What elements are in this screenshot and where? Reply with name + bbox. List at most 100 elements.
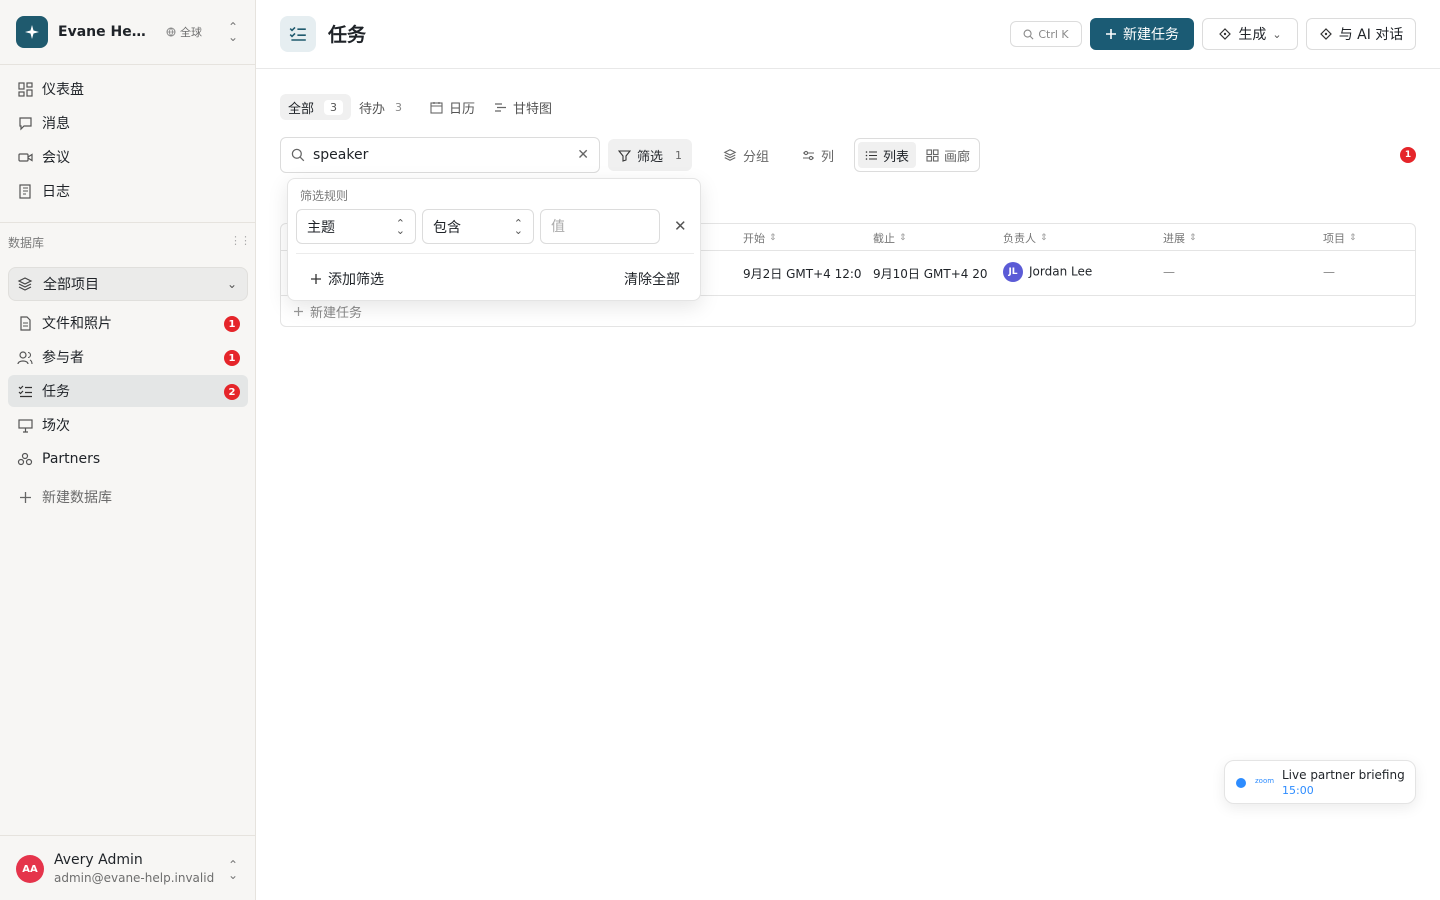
column-header-label: 项目 [1323,232,1345,245]
workspace-switcher[interactable]: Evane Help Center 全球 ⌃⌄ [8,8,248,56]
page-header: 任务 Ctrl K 新建任务 生成 ⌄ 与 AI 对话 [256,0,1440,69]
filter-label: 筛选 [637,149,664,165]
workspace-scope-label: 全球 [180,26,202,39]
sidebar-item-files-label: 文件和照片 [42,316,112,332]
gallery-view-button[interactable]: 画廊 [919,142,977,168]
avatar: AA [16,855,44,883]
video-icon [16,148,34,166]
notification-badge[interactable]: 1 [1400,147,1416,163]
filter-popover-title: 筛选规则 [300,189,349,203]
globe-icon [166,27,176,37]
avatar: JL [1003,262,1023,282]
filter-operator-value: 包含 [433,219,461,236]
chevron-updown-icon: ⌃ ⌄ [395,217,405,237]
new-task-button[interactable]: 新建任务 [1090,18,1194,50]
ai-chat-label: 与 AI 对话 [1338,27,1404,43]
sidebar-item-tasks[interactable]: 任务 2 [8,375,248,407]
new-task-row-button[interactable]: 新建任务 [293,302,362,321]
view-switcher: 列表 画廊 [854,138,980,172]
group-button[interactable]: 分组 [713,139,779,171]
remove-filter-icon[interactable]: ✕ [674,217,687,235]
filter-icon [618,149,631,162]
users-icon [16,348,34,366]
clear-all-filters-button[interactable]: 清除全部 [624,269,680,289]
checklist-icon [16,382,34,400]
nav-logs[interactable]: 日志 [8,175,248,207]
command-search-button[interactable]: Ctrl K [1010,21,1082,47]
nav-dashboard[interactable]: 仪表盘 [8,73,248,105]
chevron-updown-icon: ⌃ ⌄ [513,217,523,237]
all-projects-select[interactable]: 全部项目 ⌄ [8,267,248,301]
layers-icon [17,276,33,292]
column-header-assignee[interactable]: 负责人 ⇕ [1003,230,1048,246]
search-icon [1023,29,1034,39]
tab-todo-label: 待办 [359,101,386,117]
generate-button[interactable]: 生成 ⌄ [1202,18,1298,50]
file-icon [16,314,34,332]
meeting-time: 15:00 [1282,784,1314,797]
tab-todo[interactable]: 待办 3 [351,94,410,120]
tab-all-label: 全部 [288,101,315,117]
plus-icon [293,306,304,317]
column-header-progress[interactable]: 进展 ⇕ [1163,230,1197,246]
column-header-project[interactable]: 项目 ⇕ [1323,230,1357,246]
columns-button[interactable]: 列 [792,139,844,171]
search-value: speaker [313,147,369,163]
tab-calendar[interactable]: 日历 [422,94,483,120]
divider [0,64,256,65]
database-section-label: 数据库 [8,236,45,250]
ai-icon [1319,27,1333,41]
ai-chat-button[interactable]: 与 AI 对话 [1306,18,1416,50]
filter-field-value: 主题 [307,219,335,236]
nav-meetings-label: 会议 [42,150,70,166]
checklist-icon [280,16,316,52]
meeting-notification[interactable]: zoom Live partner briefing 15:00 [1224,760,1416,804]
cell-assignee[interactable]: JL Jordan Lee [1003,262,1092,282]
add-filter-button[interactable]: 添加筛选 [310,269,384,289]
tab-gantt[interactable]: 甘特图 [486,94,560,120]
nav-meetings[interactable]: 会议 [8,141,248,173]
count-badge: 1 [224,350,240,366]
column-header-due[interactable]: 截止 ⇕ [873,230,907,246]
columns-label: 列 [821,149,835,165]
sidebar-item-sessions-label: 场次 [42,418,70,434]
nav-dashboard-label: 仪表盘 [42,82,84,98]
sidebar-item-sessions[interactable]: 场次 [8,409,248,441]
tab-count: 3 [395,100,403,114]
search-input[interactable]: speaker ✕ [280,137,600,173]
filter-value-input[interactable] [540,209,660,244]
workspace-name: Evane Help Center [58,24,150,40]
group-label: 分组 [743,149,770,165]
sidebar-item-participants-label: 参与者 [42,350,84,366]
list-icon [865,149,878,162]
grid-icon [926,148,939,162]
tab-all[interactable]: 全部 3 [280,94,352,120]
sidebar-item-files[interactable]: 文件和照片 1 [8,307,248,339]
nav-messages[interactable]: 消息 [8,107,248,139]
cell-start: 9月2日 GMT+4 12:0 [743,267,862,281]
filter-operator-select[interactable]: 包含 ⌃ ⌄ [422,209,534,244]
meeting-title: Live partner briefing [1282,768,1405,782]
cell-due: 9月10日 GMT+4 20 [873,267,988,281]
column-header-start[interactable]: 开始 ⇕ [743,230,777,246]
tab-calendar-label: 日历 [449,101,476,117]
filter-field-select[interactable]: 主题 ⌃ ⌄ [296,209,416,244]
sidebar-item-partners[interactable]: Partners [8,443,248,475]
clear-search-icon[interactable]: ✕ [577,147,589,163]
log-icon [16,182,34,200]
filter-button[interactable]: 筛选 1 [608,139,693,171]
new-database-button[interactable]: 新建数据库 [8,481,248,513]
partners-icon [16,450,34,468]
chevron-updown-icon: ⌃ ⌄ [227,20,238,44]
zoom-brand-label: zoom [1255,777,1275,785]
layers-icon [723,148,737,162]
drag-handle-icon[interactable]: ⋮⋮ [230,235,251,246]
chevron-down-icon: ⌄ [1272,27,1282,41]
workspace-scope: 全球 [166,24,202,40]
sidebar-item-participants[interactable]: 参与者 1 [8,341,248,373]
generate-label: 生成 [1238,27,1267,43]
list-view-button[interactable]: 列表 [858,142,917,168]
user-menu[interactable]: AA Avery Admin admin@evane-help.invalid … [0,835,256,900]
all-projects-label: 全部项目 [43,277,99,293]
sort-icon: ⇕ [899,233,907,243]
